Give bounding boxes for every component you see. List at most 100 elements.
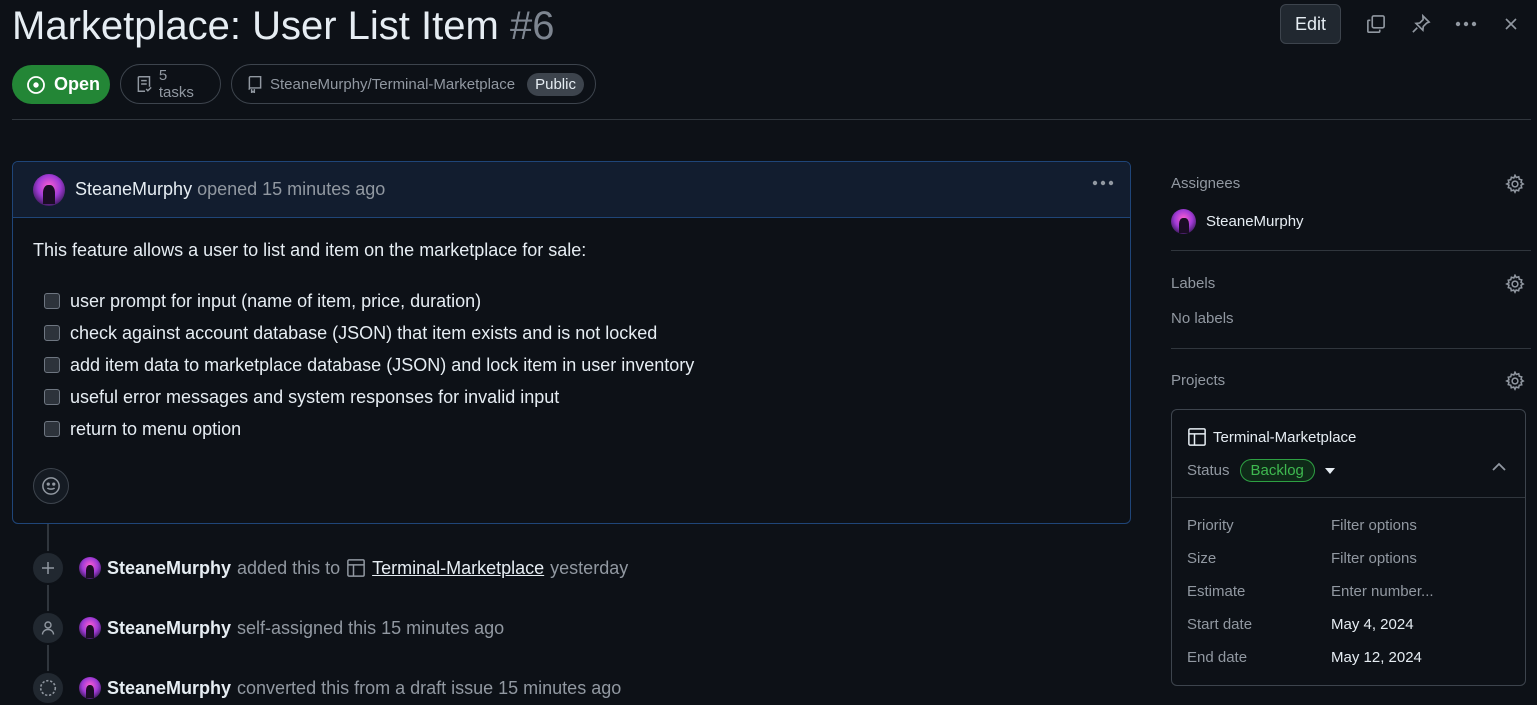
task-label: check against account database (JSON) th… (70, 322, 658, 343)
projects-gear-icon[interactable] (1505, 371, 1525, 391)
issue-title: Marketplace: User List Item (12, 4, 499, 48)
field-value[interactable]: May 12, 2024 (1331, 649, 1422, 666)
labels-heading: Labels (1171, 275, 1216, 292)
avatar[interactable] (79, 617, 101, 639)
event-text: added this to (237, 557, 341, 578)
task-checkbox[interactable] (44, 389, 60, 405)
sidebar-divider (1171, 348, 1531, 349)
status-field-label: Status (1187, 462, 1230, 479)
repo-icon (248, 75, 262, 93)
project-field-start-date[interactable]: Start date May 4, 2024 (1187, 616, 1517, 633)
task-checkbox[interactable] (44, 357, 60, 373)
event-user[interactable]: SteaneMurphy (107, 678, 231, 699)
timeline-event: SteaneMurphy added this to Terminal-Mark… (31, 551, 628, 585)
add-reaction-button[interactable] (33, 468, 69, 504)
task-checkbox[interactable] (44, 293, 60, 309)
smiley-icon (42, 477, 60, 495)
field-key: End date (1187, 649, 1248, 666)
page-title: Marketplace: User List Item #6 (12, 4, 554, 49)
pin-icon[interactable] (1404, 4, 1438, 44)
chevron-up-icon[interactable] (1491, 462, 1507, 472)
project-field-estimate[interactable]: Estimate Enter number... (1187, 583, 1517, 600)
sidebar-divider (1171, 250, 1531, 251)
project-card: Terminal-Marketplace Status Backlog Prio… (1171, 409, 1526, 686)
field-value[interactable]: Filter options (1331, 550, 1417, 567)
avatar[interactable] (79, 557, 101, 579)
task-item: return to menu option (44, 413, 694, 445)
event-text: converted this from a draft issue 15 min… (237, 677, 622, 698)
repo-label[interactable]: SteaneMurphy/Terminal-Marketplace (270, 76, 515, 93)
comment-action: opened 15 minutes ago (197, 179, 386, 199)
status-label: Open (54, 74, 101, 94)
issue-number: #6 (509, 4, 555, 48)
status-value-badge[interactable]: Backlog (1239, 459, 1315, 482)
header-divider (12, 119, 1531, 120)
field-key: Start date (1187, 616, 1253, 633)
copy-icon[interactable] (1359, 4, 1393, 44)
task-item: check against account database (JSON) th… (44, 317, 694, 349)
task-label: add item data to marketplace database (J… (70, 354, 695, 375)
issue-comment: SteaneMurphy opened 15 minutes ago This … (12, 161, 1131, 524)
field-value[interactable]: Enter number... (1331, 583, 1434, 600)
event-user[interactable]: SteaneMurphy (107, 558, 231, 579)
project-field-end-date[interactable]: End date May 12, 2024 (1187, 649, 1517, 666)
status-badge: Open (12, 65, 110, 104)
assignee-item[interactable]: SteaneMurphy (1171, 209, 1304, 234)
timeline-line (47, 524, 49, 695)
tasks-label: 5 tasks (158, 67, 194, 101)
project-name: Terminal-Marketplace (1213, 428, 1357, 446)
plus-icon (31, 551, 65, 585)
project-name-row[interactable]: Terminal-Marketplace (1187, 427, 1356, 447)
comment-header: SteaneMurphy opened 15 minutes ago (13, 162, 1130, 218)
projects-heading: Projects (1171, 372, 1226, 389)
project-field-size[interactable]: Size Filter options (1187, 550, 1517, 567)
task-checkbox[interactable] (44, 325, 60, 341)
field-key: Priority (1187, 517, 1234, 534)
project-field-priority[interactable]: Priority Filter options (1187, 517, 1517, 534)
task-label: return to menu option (70, 418, 242, 439)
task-label: useful error messages and system respons… (70, 386, 560, 407)
avatar[interactable] (33, 173, 65, 206)
caret-down-icon[interactable] (1324, 467, 1335, 474)
assignees-heading: Assignees (1171, 175, 1241, 192)
event-text: self-assigned this 15 minutes ago (237, 617, 505, 638)
tasklist-icon (137, 76, 152, 92)
more-options-icon[interactable] (1449, 4, 1483, 44)
avatar (1171, 209, 1196, 234)
comment-options-icon[interactable] (1092, 180, 1114, 186)
event-user[interactable]: SteaneMurphy (107, 618, 231, 639)
project-card-header: Terminal-Marketplace Status Backlog (1172, 410, 1525, 498)
person-icon (31, 611, 65, 645)
task-label: user prompt for input (name of item, pri… (70, 290, 482, 311)
project-status-row: Status Backlog (1187, 459, 1335, 482)
task-item: user prompt for input (name of item, pri… (44, 285, 694, 317)
timeline-event: SteaneMurphy self-assigned this 15 minut… (31, 611, 504, 645)
table-icon (347, 559, 365, 577)
table-icon (1188, 428, 1206, 446)
field-key: Size (1187, 550, 1217, 567)
project-link[interactable]: Terminal-Marketplace (372, 558, 544, 579)
timeline-event: SteaneMurphy converted this from a draft… (31, 671, 621, 705)
task-item: add item data to marketplace database (J… (44, 349, 694, 381)
draft-circle-icon (31, 671, 65, 705)
issue-open-icon (27, 75, 45, 94)
labels-value: No labels (1171, 310, 1234, 327)
close-icon[interactable] (1494, 4, 1528, 44)
visibility-badge: Public (527, 72, 584, 96)
event-time: yesterday (550, 557, 629, 578)
task-list: user prompt for input (name of item, pri… (44, 285, 694, 445)
field-value[interactable]: May 4, 2024 (1331, 616, 1414, 633)
comment-author[interactable]: SteaneMurphy (75, 179, 192, 199)
field-value[interactable]: Filter options (1331, 517, 1417, 534)
task-item: useful error messages and system respons… (44, 381, 694, 413)
avatar[interactable] (79, 677, 101, 699)
repo-pill[interactable]: SteaneMurphy/Terminal-Marketplace Public (231, 64, 596, 104)
labels-gear-icon[interactable] (1505, 274, 1525, 294)
assignee-name: SteaneMurphy (1206, 213, 1304, 230)
assignees-gear-icon[interactable] (1505, 174, 1525, 194)
field-key: Estimate (1187, 583, 1246, 600)
tasks-pill[interactable]: 5 tasks (120, 64, 221, 104)
edit-button[interactable]: Edit (1280, 4, 1341, 44)
task-checkbox[interactable] (44, 421, 60, 437)
comment-body: This feature allows a user to list and i… (33, 240, 587, 260)
